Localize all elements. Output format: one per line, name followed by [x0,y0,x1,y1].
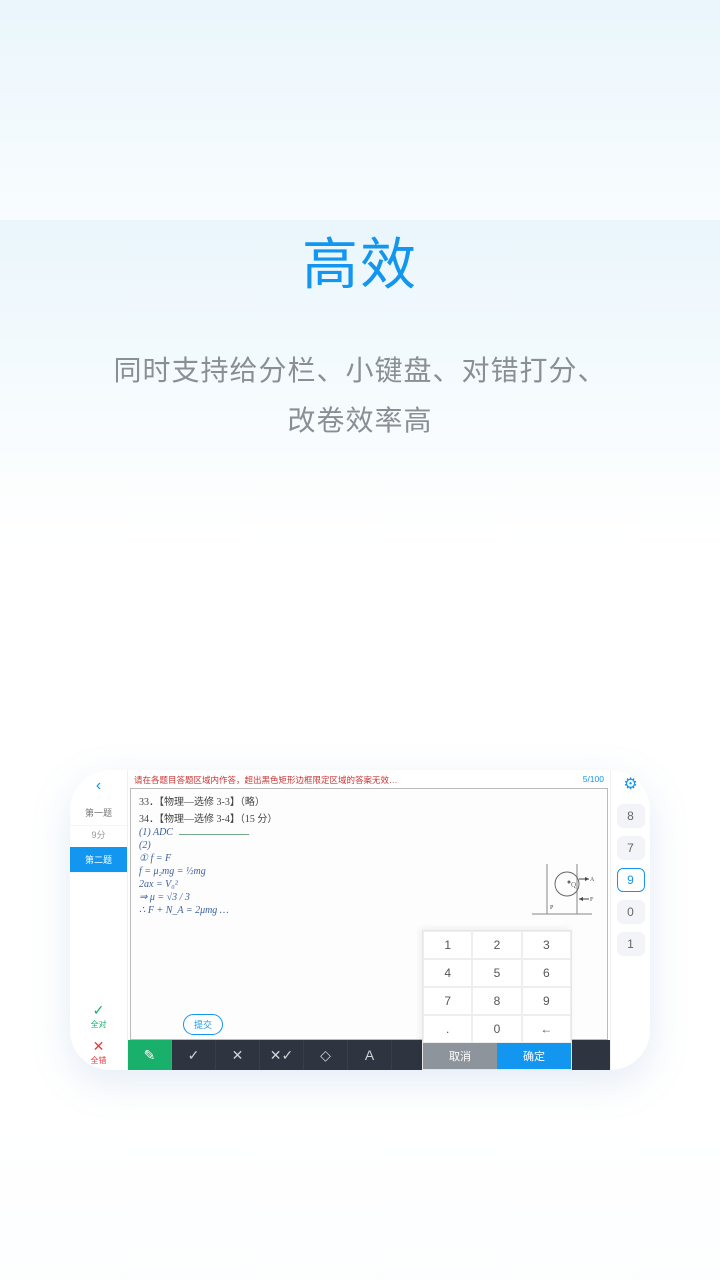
keypad-key-8[interactable]: 8 [472,987,521,1015]
score-column: ⚙ 8 7 9 0 1 [610,770,650,1070]
physics-diagram: Q A F P [527,859,597,919]
keypad-key-0[interactable]: 0 [472,1015,521,1043]
svg-text:F: F [590,897,594,903]
keypad-key-1[interactable]: 1 [423,931,472,959]
keypad-confirm[interactable]: 确定 [497,1043,571,1069]
keypad-key-7[interactable]: 7 [423,987,472,1015]
pen-tool[interactable]: ✎ [128,1040,172,1070]
score-chip-8[interactable]: 8 [617,804,645,828]
keypad-key-9[interactable]: 9 [522,987,571,1015]
keypad-key-.[interactable]: . [423,1015,472,1043]
erase-tool[interactable]: ◇ [304,1040,348,1070]
question-1-score: 9分 [70,826,127,847]
tab-question-1[interactable]: 第一题 [70,800,127,826]
progress-counter: 5/100 [583,774,604,784]
keypad-key-3[interactable]: 3 [522,931,571,959]
keypad-key-4[interactable]: 4 [423,959,472,987]
grading-app-screenshot: ‹ 第一题 9分 第二题 全对 全错 5/100 请在各题目答题区域内作答，超出… [70,770,650,1070]
keypad-key-5[interactable]: 5 [472,959,521,987]
svg-text:Q: Q [571,881,576,889]
student-answer-1: (1) ADC [139,827,599,838]
gear-icon[interactable]: ⚙ [623,774,637,794]
score-chip-0[interactable]: 0 [617,900,645,924]
back-icon[interactable]: ‹ [70,774,127,800]
tab-question-2[interactable]: 第二题 [70,847,127,873]
check-tool[interactable]: ✓ [172,1040,216,1070]
question-sidebar: ‹ 第一题 9分 第二题 全对 全错 [70,770,128,1070]
all-wrong-button[interactable]: 全错 [70,1034,127,1070]
submit-button[interactable]: 提交 [183,1014,223,1035]
score-keypad: 123 456 789.0← 取消 确定 [422,930,572,1070]
keypad-cancel[interactable]: 取消 [423,1043,497,1069]
svg-text:A: A [590,877,595,883]
keypad-key-2[interactable]: 2 [472,931,521,959]
hero-subtitle: 同时支持给分栏、小键盘、对错打分、 改卷效率高 [0,346,720,447]
half-wrong-tool[interactable]: ✕✓ [260,1040,304,1070]
keypad-key-6[interactable]: 6 [522,959,571,987]
text-tool[interactable]: A [348,1040,392,1070]
svg-text:P: P [550,905,554,911]
background-waves [0,1120,720,1280]
hero-title: 高效 [0,220,720,301]
cross-tool[interactable]: ✕ [216,1040,260,1070]
score-chip-9[interactable]: 9 [617,868,645,892]
score-chip-7[interactable]: 7 [617,836,645,860]
answer-area-hint: 5/100 请在各题目答题区域内作答，超出黑色矩形边框限定区域的答案无效… [128,770,610,788]
all-correct-button[interactable]: 全对 [70,998,127,1034]
score-chip-1[interactable]: 1 [617,932,645,956]
keypad-key-←[interactable]: ← [522,1015,571,1043]
